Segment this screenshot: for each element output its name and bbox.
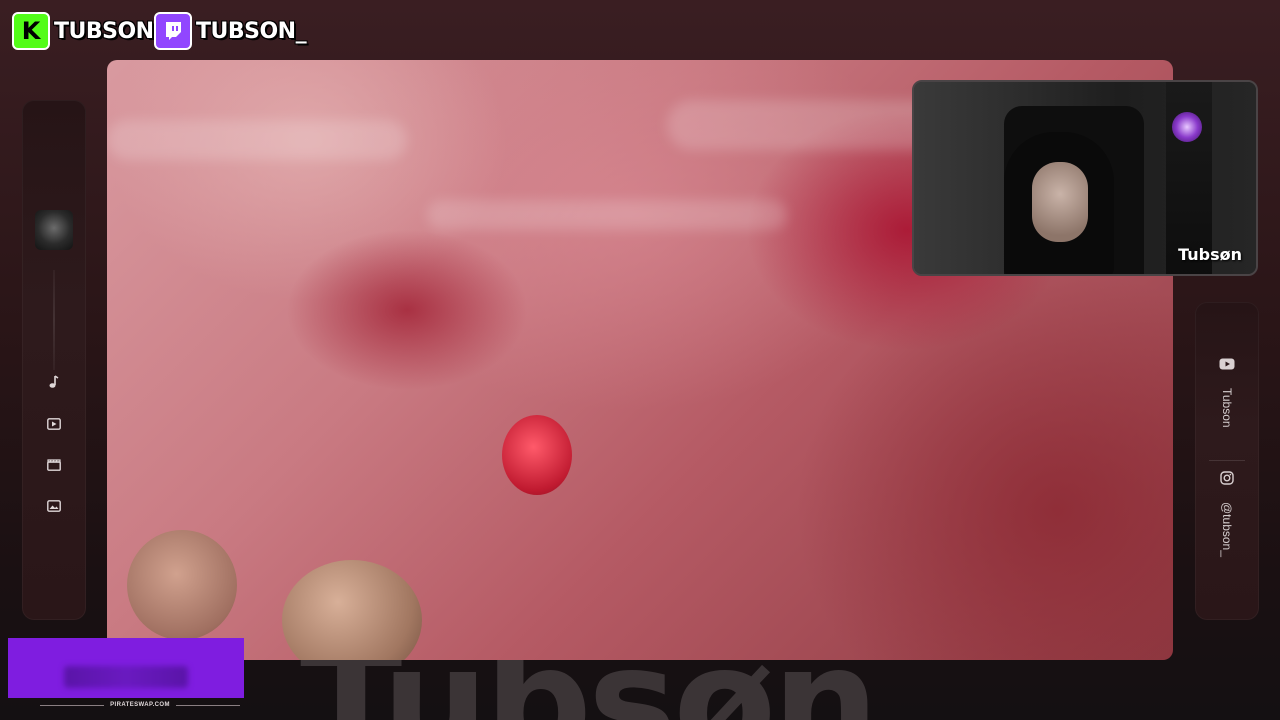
youtube-label[interactable]: Tubson [1217,388,1237,428]
avatar [35,210,73,250]
image-icon[interactable] [44,496,64,516]
twitch-badge: TUBSON_ [154,12,307,50]
kick-handle: TUBSON [54,18,154,44]
sponsor-banner[interactable] [8,638,244,698]
music-note-icon[interactable] [44,372,64,392]
twitch-handle: TUBSON_ [196,18,307,44]
instagram-icon[interactable] [1217,468,1237,488]
cell-shape [502,415,572,495]
webcam-name-tag: Tubsøn [1178,245,1242,264]
banner-blurred-text [64,666,188,688]
left-sidebar [22,100,86,620]
play-video-icon[interactable] [44,414,64,434]
cell-shape [282,560,422,660]
webcam-feed: Tubsøn [912,80,1258,276]
sidebar-divider [53,270,55,370]
kick-badge: K TUBSON [12,12,154,50]
banner-site[interactable]: PIRATESWAP.COM [110,702,170,708]
banner-footer: PIRATESWAP.COM [40,699,240,711]
clapperboard-icon[interactable] [44,455,64,475]
instagram-label[interactable]: @tubson_ [1217,502,1237,557]
sidebar-divider [1209,460,1245,461]
cell-shape [127,530,237,640]
kick-logo-icon: K [12,12,50,50]
youtube-icon[interactable] [1217,354,1237,374]
kick-logo-letter: K [21,17,41,45]
twitch-logo-icon [154,12,192,50]
right-sidebar: Tubson @tubson_ [1195,302,1259,620]
